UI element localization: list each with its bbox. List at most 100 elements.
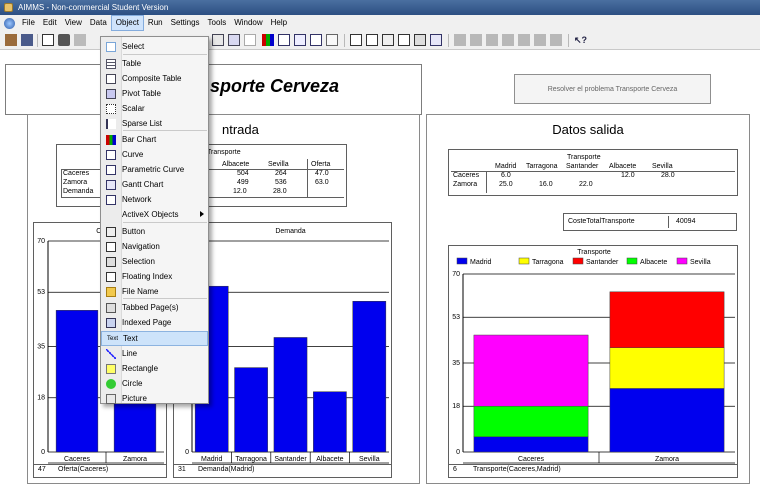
properties-icon[interactable]	[58, 34, 70, 46]
same-width-icon[interactable]	[518, 34, 530, 46]
cost-scalar[interactable]: CosteTotalTransporte 40094	[563, 213, 737, 231]
menu-object[interactable]: Object	[110, 15, 144, 31]
menu-item-tabbed-page-s[interactable]: Tabbed Page(s)	[101, 300, 208, 315]
table-rule	[668, 216, 669, 228]
edit-mode-icon[interactable]	[5, 34, 17, 46]
solve-button[interactable]: Resolver el problema Transporte Cerveza	[514, 74, 711, 104]
menu-file[interactable]: File	[18, 16, 39, 30]
menu-item-composite-table[interactable]: Composite Table	[101, 71, 208, 86]
output-column-header: Tarragona	[526, 163, 558, 170]
selection-tool-icon[interactable]	[382, 34, 394, 46]
menu-item-bar-chart[interactable]: Bar Chart	[101, 132, 208, 147]
title-bar: AIMMS - Non-commercial Student Version	[0, 0, 760, 15]
window-title: AIMMS - Non-commercial Student Version	[18, 3, 169, 12]
input-cell[interactable]: 12.0	[233, 188, 247, 195]
cost-value[interactable]: 40094	[676, 218, 695, 225]
pivot-tool-icon[interactable]	[228, 34, 240, 46]
spread-icon[interactable]	[550, 34, 562, 46]
save-icon[interactable]	[21, 34, 33, 46]
align-right-icon[interactable]	[470, 34, 482, 46]
selection-icon	[106, 256, 116, 267]
menu-item-curve[interactable]: Curve	[101, 147, 208, 162]
input-cell[interactable]: 63.0	[315, 179, 329, 186]
menu-data[interactable]: Data	[86, 16, 111, 30]
menu-item-file-name[interactable]: File Name	[101, 284, 208, 299]
page-icon[interactable]	[42, 34, 54, 46]
input-cell[interactable]: 504	[237, 170, 249, 177]
menu-item-label: Tabbed Page(s)	[122, 303, 179, 312]
button-tool-icon[interactable]	[350, 34, 362, 46]
input-cell[interactable]: 264	[275, 170, 287, 177]
menu-item-selection[interactable]: Selection	[101, 254, 208, 269]
menu-view[interactable]: View	[61, 16, 86, 30]
scalar-tool-icon[interactable]	[244, 34, 256, 46]
menu-item-parametric-curve[interactable]: Parametric Curve	[101, 162, 208, 177]
output-cell[interactable]: 12.0	[621, 172, 635, 179]
picture-icon	[106, 393, 116, 404]
same-height-icon[interactable]	[534, 34, 546, 46]
network-tool-icon[interactable]	[310, 34, 322, 46]
align-top-icon[interactable]	[486, 34, 498, 46]
menu-window[interactable]: Window	[230, 16, 266, 30]
menu-item-label: File Name	[122, 287, 159, 296]
table-rule	[307, 159, 308, 198]
align-bottom-icon[interactable]	[502, 34, 514, 46]
curve-tool-icon[interactable]	[278, 34, 290, 46]
activex-tool-icon[interactable]	[326, 34, 338, 46]
output-cell[interactable]: 25.0	[499, 181, 513, 188]
align-left-icon[interactable]	[454, 34, 466, 46]
output-cell[interactable]: 22.0	[579, 181, 593, 188]
menu-tools[interactable]: Tools	[204, 16, 231, 30]
output-section-title: Datos salida	[552, 122, 624, 137]
menu-settings[interactable]: Settings	[167, 16, 204, 30]
output-cell[interactable]: 28.0	[661, 172, 675, 179]
output-table[interactable]: Transporte Madrid Tarragona Santander Al…	[448, 149, 738, 196]
transporte-chart[interactable]: 0 18 35 53 70 Caceres Zamora Transporte Madrid Ta…	[448, 245, 738, 478]
chart-title: Transporte	[577, 249, 611, 256]
stacked-bar-segment	[609, 388, 725, 453]
gantt-tool-icon[interactable]	[294, 34, 306, 46]
menu-item-text[interactable]: Text Text	[101, 331, 208, 346]
bar-chart-tool-icon[interactable]	[262, 34, 274, 46]
input-cell[interactable]: 47.0	[315, 170, 329, 177]
input-cell[interactable]: 536	[275, 179, 287, 186]
bar	[273, 337, 308, 453]
menu-item-floating-index[interactable]: Floating Index	[101, 269, 208, 284]
menu-item-gantt-chart[interactable]: Gantt Chart	[101, 177, 208, 192]
indexed-page-tool-icon[interactable]	[430, 34, 442, 46]
output-cell[interactable]: 6.0	[501, 172, 511, 179]
folder-icon	[106, 286, 116, 297]
menu-item-line[interactable]: Line	[101, 346, 208, 361]
tabbed-page-tool-icon[interactable]	[414, 34, 426, 46]
menu-item-pivot-table[interactable]: Pivot Table	[101, 86, 208, 101]
menu-edit[interactable]: Edit	[39, 16, 61, 30]
menu-item-label: Circle	[122, 379, 143, 388]
navigation-tool-icon[interactable]	[366, 34, 378, 46]
menu-item-circle[interactable]: Circle	[101, 376, 208, 391]
menu-item-navigation[interactable]: Navigation	[101, 239, 208, 254]
menu-item-sparse-list[interactable]: Sparse List	[101, 116, 208, 131]
table-tool-icon[interactable]	[212, 34, 224, 46]
menu-item-table[interactable]: Table	[101, 56, 208, 71]
menu-item-indexed-page[interactable]: Indexed Page	[101, 315, 208, 330]
menu-item-picture[interactable]: Picture	[101, 391, 208, 406]
menu-item-select[interactable]: Select	[101, 39, 208, 54]
floating-index-tool-icon[interactable]	[398, 34, 410, 46]
cut-icon[interactable]	[74, 34, 86, 46]
menu-item-button[interactable]: Button	[101, 224, 208, 239]
object-menu[interactable]: Select Table Composite Table Pivot Table Sca…	[100, 36, 209, 404]
menu-item-network[interactable]: Network	[101, 192, 208, 207]
output-row-label: Caceres	[453, 172, 480, 179]
x-tick-label: Caceres	[518, 456, 545, 463]
input-cell[interactable]: 28.0	[273, 188, 287, 195]
toolbar-separator	[344, 34, 345, 47]
help-pointer-icon[interactable]: ↖?	[574, 34, 587, 46]
menu-run[interactable]: Run	[144, 16, 167, 30]
menu-item-rectangle[interactable]: Rectangle	[101, 361, 208, 376]
output-cell[interactable]: 16.0	[539, 181, 553, 188]
menu-item-scalar[interactable]: Scalar	[101, 101, 208, 116]
menu-item-activex-objects[interactable]: ActiveX Objects	[101, 207, 208, 222]
menu-help[interactable]: Help	[267, 16, 291, 30]
input-cell[interactable]: 499	[237, 179, 249, 186]
legend-label: Sevilla	[690, 259, 711, 266]
